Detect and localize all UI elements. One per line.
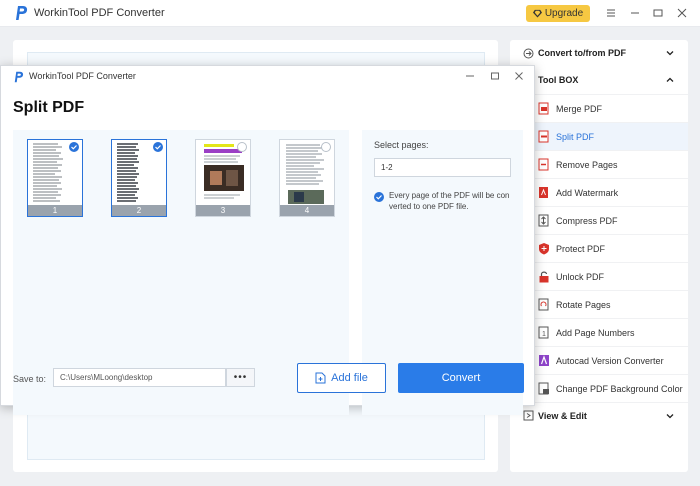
chevron-down-icon [666,413,674,418]
sidebar-item-autocad-converter[interactable]: Autocad Version Converter [510,346,688,374]
maximize-icon[interactable] [490,71,500,81]
autocad-icon [539,355,549,366]
protect-pdf-icon [539,243,549,255]
page-number: 4 [280,205,334,216]
app-titlebar: WorkinTool PDF Converter Upgrade [0,0,700,27]
svg-text:1: 1 [542,331,546,338]
sidebar-item-label: Merge PDF [556,103,603,114]
view-edit-section-label: View & Edit [538,410,587,421]
split-pdf-dialog: WorkinTool PDF Converter Split PDF 1 2 3… [0,65,536,415]
minimize-icon[interactable] [629,7,641,19]
remove-pages-icon [538,158,549,171]
page-numbers-icon: 1 [538,326,549,339]
toolbox-section-label: Tool BOX [538,75,579,85]
upgrade-label: Upgrade [544,8,584,19]
sidebar-item-label: Change PDF Background Color [556,383,683,394]
sidebar-item-add-watermark[interactable]: Add Watermark [510,178,688,206]
page-number: 3 [196,205,250,216]
page-select-checkbox[interactable] [153,142,163,152]
sidebar-item-protect-pdf[interactable]: Protect PDF [510,234,688,262]
sidebar-item-remove-pages[interactable]: Remove Pages [510,150,688,178]
page-thumbnail-1[interactable]: 1 [27,139,83,217]
add-file-label: Add file [331,372,368,384]
split-every-page-label: Every page of the PDF will be con verted… [389,191,510,211]
page-thumbnail-2[interactable]: 2 [111,139,167,217]
page-number: 2 [112,205,166,216]
upgrade-button[interactable]: Upgrade [526,5,590,22]
save-path-input[interactable] [53,368,226,387]
unlock-pdf-icon [539,271,549,283]
minimize-icon[interactable] [465,71,475,81]
chevron-down-icon [666,51,674,56]
merge-pdf-icon [538,102,549,115]
convert-icon [523,48,534,58]
sidebar-item-label: Split PDF [556,131,595,142]
sidebar-item-change-background[interactable]: Change PDF Background Color [510,374,688,402]
view-edit-icon [523,410,534,421]
page-number: 1 [28,205,82,216]
sidebar-item-split-pdf[interactable]: Split PDF [510,122,688,150]
pages-range-input[interactable] [374,158,511,177]
browse-button[interactable]: ••• [226,368,255,387]
close-icon[interactable] [514,71,524,81]
sidebar-item-label: Autocad Version Converter [556,355,664,366]
app-logo-icon [16,6,28,20]
page-title: Split PDF [13,99,85,116]
add-file-button[interactable]: Add file [297,363,386,393]
page-select-checkbox[interactable] [321,142,331,152]
sidebar-item-merge-pdf[interactable]: Merge PDF [510,94,688,122]
sidebar-item-label: Remove Pages [556,159,618,170]
rotate-pages-icon [538,298,549,311]
diamond-icon [532,9,542,18]
app-title: WorkinTool PDF Converter [34,7,165,19]
select-pages-label: Select pages: [374,140,429,150]
sidebar-item-label: Protect PDF [556,243,606,254]
page-select-checkbox[interactable] [237,142,247,152]
app-logo-icon [14,71,24,83]
page-thumbnail-3[interactable]: 3 [195,139,251,217]
sidebar-item-label: Compress PDF [556,215,618,226]
dialog-title: WorkinTool PDF Converter [29,71,136,81]
dialog-titlebar: WorkinTool PDF Converter [1,66,536,88]
sidebar-item-add-page-numbers[interactable]: 1 Add Page Numbers [510,318,688,346]
sidebar-item-compress-pdf[interactable]: Compress PDF [510,206,688,234]
toolbox-section-header[interactable]: Tool BOX [510,67,688,93]
split-pdf-icon [538,130,549,143]
close-icon[interactable] [676,7,688,19]
page-select-checkbox[interactable] [69,142,79,152]
sidebar-item-label: Rotate Pages [556,299,611,310]
convert-button[interactable]: Convert [398,363,524,393]
sidebar-item-label: Unlock PDF [556,271,605,282]
page-thumbnail-4[interactable]: 4 [279,139,335,217]
chevron-up-icon [666,77,674,82]
sidebar-item-unlock-pdf[interactable]: Unlock PDF [510,262,688,290]
sidebar-item-rotate-pages[interactable]: Rotate Pages [510,290,688,318]
maximize-icon[interactable] [652,7,664,19]
background-color-icon [538,382,549,395]
tool-sidebar: Convert to/from PDF Tool BOX Merge PDF S… [510,40,688,472]
view-edit-section-header[interactable]: View & Edit [510,402,688,428]
sidebar-item-label: Add Page Numbers [556,327,635,338]
add-file-icon [315,372,326,384]
split-every-page-radio[interactable] [374,192,384,202]
convert-section-label: Convert to/from PDF [538,48,627,58]
watermark-icon [539,187,548,198]
menu-icon[interactable] [605,7,617,19]
compress-pdf-icon [538,214,549,227]
sidebar-item-label: Add Watermark [556,187,619,198]
save-to-label: Save to: [13,374,47,384]
convert-section-header[interactable]: Convert to/from PDF [510,40,688,66]
